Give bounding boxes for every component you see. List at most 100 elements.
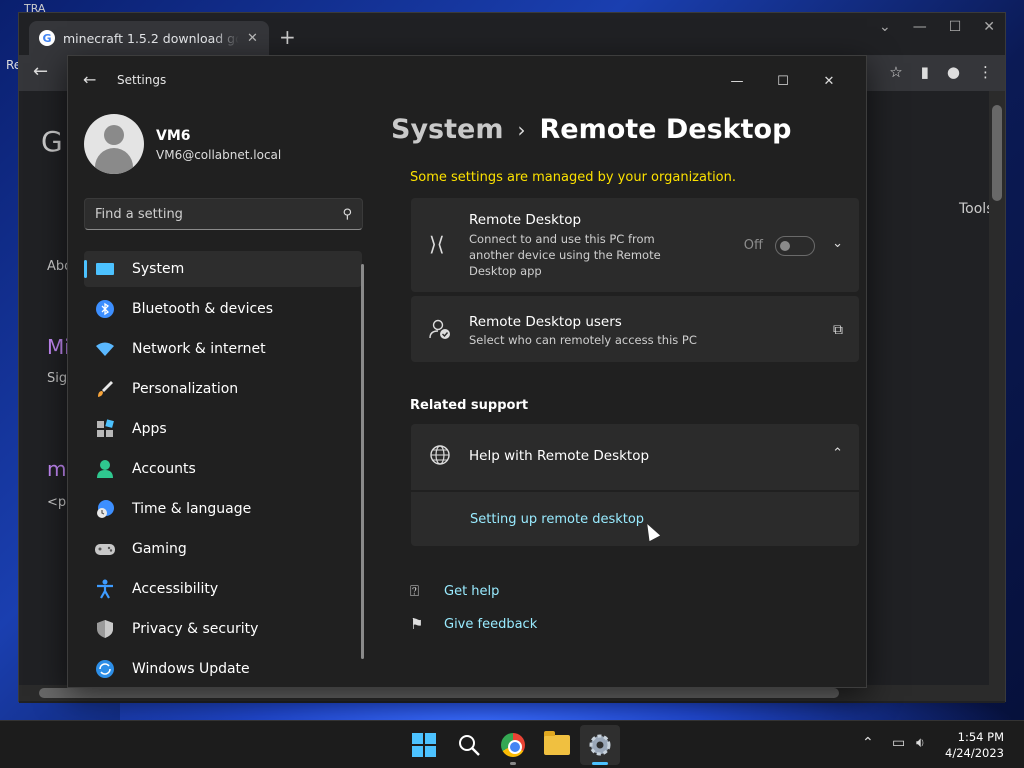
remote-desktop-toggle[interactable] — [775, 236, 815, 256]
sidebar-item-label: Accounts — [132, 461, 196, 477]
maximize-icon[interactable]: ☐ — [949, 19, 962, 35]
taskbar: ⌃ ▭ 🔉︎ 1:54 PM 4/24/2023 — [0, 720, 1024, 768]
brush-icon — [94, 378, 116, 400]
remote-desktop-title: Remote Desktop — [469, 212, 582, 228]
sidebar-nav: System Bluetooth & devices Network & int… — [84, 251, 362, 691]
chrome-tab[interactable]: G minecraft 1.5.2 download google ✕ — [29, 21, 269, 55]
breadcrumb-parent[interactable]: System — [391, 114, 503, 145]
window-title: Settings — [117, 73, 167, 87]
close-button[interactable]: ✕ — [806, 65, 852, 97]
scroll-thumb[interactable] — [992, 105, 1002, 201]
sidebar-item-accessibility[interactable]: Accessibility — [84, 571, 362, 607]
user-check-icon — [429, 318, 451, 345]
get-help-link[interactable]: ⍰ Get help — [410, 582, 499, 600]
remote-users-description: Select who can remotely access this PC — [469, 333, 697, 347]
settings-titlebar: ← Settings — ☐ ✕ — [68, 56, 866, 106]
new-tab-button[interactable]: + — [279, 25, 296, 49]
menu-dots-icon[interactable]: ⋮ — [978, 63, 993, 81]
minimize-button[interactable]: — — [714, 65, 760, 97]
file-explorer-button[interactable] — [543, 731, 571, 759]
chrome-vertical-scrollbar[interactable] — [989, 91, 1005, 686]
sidebar-item-label: Windows Update — [132, 661, 250, 677]
chevron-right-icon: › — [517, 117, 526, 142]
search-input[interactable] — [95, 206, 343, 222]
chrome-icon — [501, 733, 525, 757]
search-taskbar-button[interactable] — [455, 731, 483, 759]
sidebar-item-label: Gaming — [132, 541, 187, 557]
feedback-icon: ⚑ — [410, 615, 424, 633]
minimize-icon[interactable]: — — [913, 19, 927, 35]
chrome-window-controls: ⌄ — ☐ ✕ — [879, 19, 995, 35]
google-logo-fragment: G — [41, 125, 63, 158]
breadcrumb: System › Remote Desktop — [391, 114, 791, 145]
bluetooth-icon — [94, 298, 116, 320]
search-icon — [459, 735, 480, 756]
system-clock[interactable]: 1:54 PM 4/24/2023 — [945, 729, 1004, 761]
get-help-label: Get help — [444, 583, 500, 599]
chevron-up-icon[interactable]: ⌃ — [862, 735, 874, 751]
remote-desktop-users-card[interactable]: Remote Desktop users Select who can remo… — [411, 296, 859, 362]
avatar[interactable] — [84, 114, 144, 174]
sidebar-item-label: Personalization — [132, 381, 239, 397]
side-panel-icon[interactable]: ▮ — [921, 63, 929, 81]
setting-up-remote-desktop-link[interactable]: Setting up remote desktop — [470, 512, 644, 527]
sidebar-item-bluetooth[interactable]: Bluetooth & devices — [84, 291, 362, 327]
result-sub-fragment: Sig — [47, 371, 68, 386]
help-remote-desktop-header[interactable]: Help with Remote Desktop ⌃ — [411, 424, 859, 490]
maximize-button[interactable]: ☐ — [760, 65, 806, 97]
chevron-down-icon[interactable]: ⌄ — [879, 19, 891, 35]
bookmark-star-icon[interactable]: ☆ — [889, 63, 902, 81]
chrome-taskbar-button[interactable] — [499, 731, 527, 759]
settings-taskbar-button[interactable] — [586, 731, 614, 759]
close-tab-icon[interactable]: ✕ — [247, 31, 258, 46]
sidebar-item-gaming[interactable]: Gaming — [84, 531, 362, 567]
chrome-tab-title: minecraft 1.5.2 download google — [63, 30, 239, 46]
sidebar-item-label: Bluetooth & devices — [132, 301, 274, 317]
globe-icon — [429, 444, 451, 471]
chevron-down-icon[interactable]: ⌄ — [832, 236, 843, 251]
sidebar-item-accounts[interactable]: Accounts — [84, 451, 362, 487]
gamepad-icon — [94, 538, 116, 560]
folder-icon — [544, 731, 570, 755]
start-button[interactable] — [410, 731, 438, 759]
sidebar-item-label: System — [132, 261, 185, 277]
apps-icon — [94, 418, 116, 440]
help-chat-icon: ⍰ — [410, 582, 420, 600]
sidebar-item-apps[interactable]: Apps — [84, 411, 362, 447]
windows-logo-icon — [412, 733, 436, 757]
window-controls: — ☐ ✕ — [714, 65, 852, 97]
active-indicator — [592, 762, 608, 765]
profile-icon[interactable]: ● — [947, 63, 960, 81]
person-icon — [94, 458, 116, 480]
toggle-state-label: Off — [743, 238, 763, 253]
sidebar-item-label: Privacy & security — [132, 621, 259, 637]
back-arrow-icon[interactable]: ← — [33, 61, 48, 82]
sidebar-item-label: Apps — [132, 421, 167, 437]
remote-desktop-card[interactable]: ⟩⟨ Remote Desktop Connect to and use thi… — [411, 198, 859, 292]
related-support-heading: Related support — [410, 398, 529, 413]
monitor-icon — [94, 258, 116, 280]
search-box[interactable]: ⚲ — [84, 198, 363, 230]
sidebar-item-label: Network & internet — [132, 341, 266, 357]
clock-globe-icon — [94, 498, 116, 520]
sidebar-item-network[interactable]: Network & internet — [84, 331, 362, 367]
volume-icon[interactable]: 🔉︎ — [916, 735, 925, 751]
sidebar-item-system[interactable]: System — [84, 251, 362, 287]
open-external-icon[interactable]: ⧉ — [833, 322, 843, 338]
clock-date: 4/24/2023 — [945, 746, 1004, 760]
chevron-up-icon[interactable]: ⌃ — [832, 446, 843, 461]
sidebar-item-time-language[interactable]: Time & language — [84, 491, 362, 527]
close-icon[interactable]: ✕ — [983, 19, 995, 35]
clock-time: 1:54 PM — [957, 730, 1004, 744]
user-name: VM6 — [156, 128, 191, 144]
back-arrow-icon[interactable]: ← — [83, 70, 96, 89]
network-icon[interactable]: ▭ — [892, 735, 905, 751]
remote-desktop-description: Connect to and use this PC from another … — [469, 232, 661, 278]
sidebar-item-label: Accessibility — [132, 581, 219, 597]
give-feedback-link[interactable]: ⚑ Give feedback — [410, 615, 537, 633]
sidebar-scrollbar[interactable] — [361, 264, 364, 659]
sidebar-item-privacy-security[interactable]: Privacy & security — [84, 611, 362, 647]
sidebar-item-personalization[interactable]: Personalization — [84, 371, 362, 407]
sidebar-item-windows-update[interactable]: Windows Update — [84, 651, 362, 687]
search-icon[interactable]: ⚲ — [342, 207, 352, 222]
